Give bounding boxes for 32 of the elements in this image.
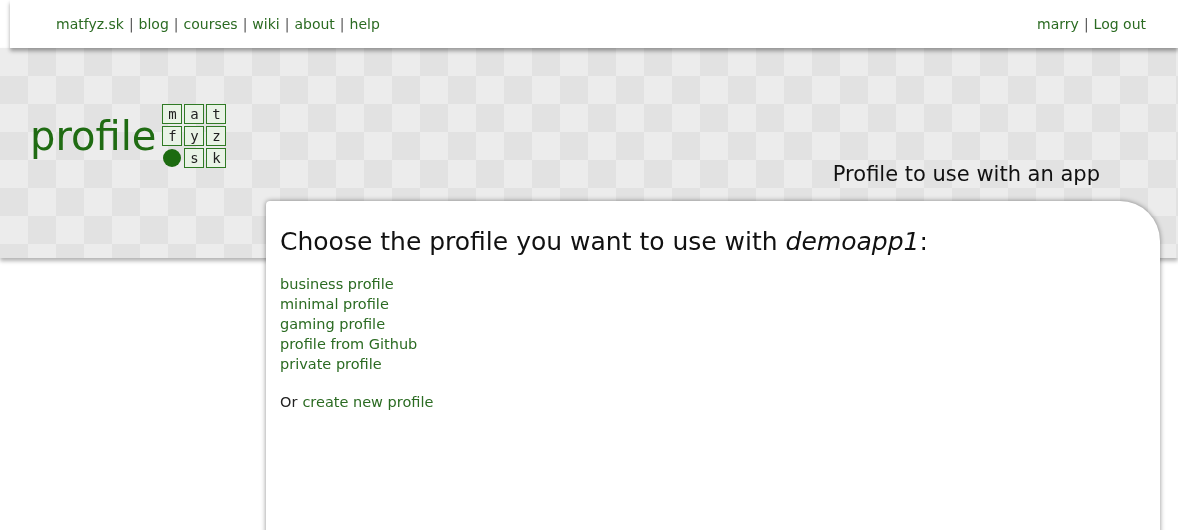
nav-link[interactable]: marry	[1037, 16, 1079, 32]
separator: |	[128, 16, 134, 32]
separator: |	[1083, 16, 1089, 32]
nav-link[interactable]: blog	[138, 16, 169, 32]
page-subtitle: Profile to use with an app	[832, 162, 1100, 186]
nav-link[interactable]: Log out	[1093, 16, 1146, 32]
logo-letter: k	[206, 148, 227, 168]
logo-letter: s	[184, 148, 205, 168]
separator: |	[284, 16, 290, 32]
create-profile-link[interactable]: create new profile	[302, 394, 434, 410]
logo-letter: z	[206, 126, 227, 146]
nav-link[interactable]: wiki	[252, 16, 280, 32]
page-heading: Choose the profile you want to use with demoapp1:	[280, 227, 929, 256]
profile-link[interactable]: private profile	[280, 354, 1146, 374]
create-prefix: Or	[280, 394, 298, 410]
separator: |	[339, 16, 345, 32]
logo-letter: f	[162, 126, 183, 146]
logo-letter: m	[162, 104, 183, 124]
nav-link[interactable]: about	[294, 16, 335, 32]
separator: |	[242, 16, 248, 32]
separator: |	[173, 16, 179, 32]
nav-link[interactable]: help	[349, 16, 380, 32]
profile-link[interactable]: minimal profile	[280, 294, 1146, 314]
logo-letter: a	[184, 104, 205, 124]
profile-link[interactable]: profile from Github	[280, 334, 1146, 354]
logo-letter: y	[184, 126, 205, 146]
nav-link[interactable]: matfyz.sk	[56, 16, 124, 32]
nav-link[interactable]: courses	[183, 16, 238, 32]
logo-letter: t	[206, 104, 227, 124]
profile-link[interactable]: business profile	[280, 274, 1146, 294]
dot-icon	[163, 149, 182, 167]
profile-link[interactable]: gaming profile	[280, 314, 1146, 334]
